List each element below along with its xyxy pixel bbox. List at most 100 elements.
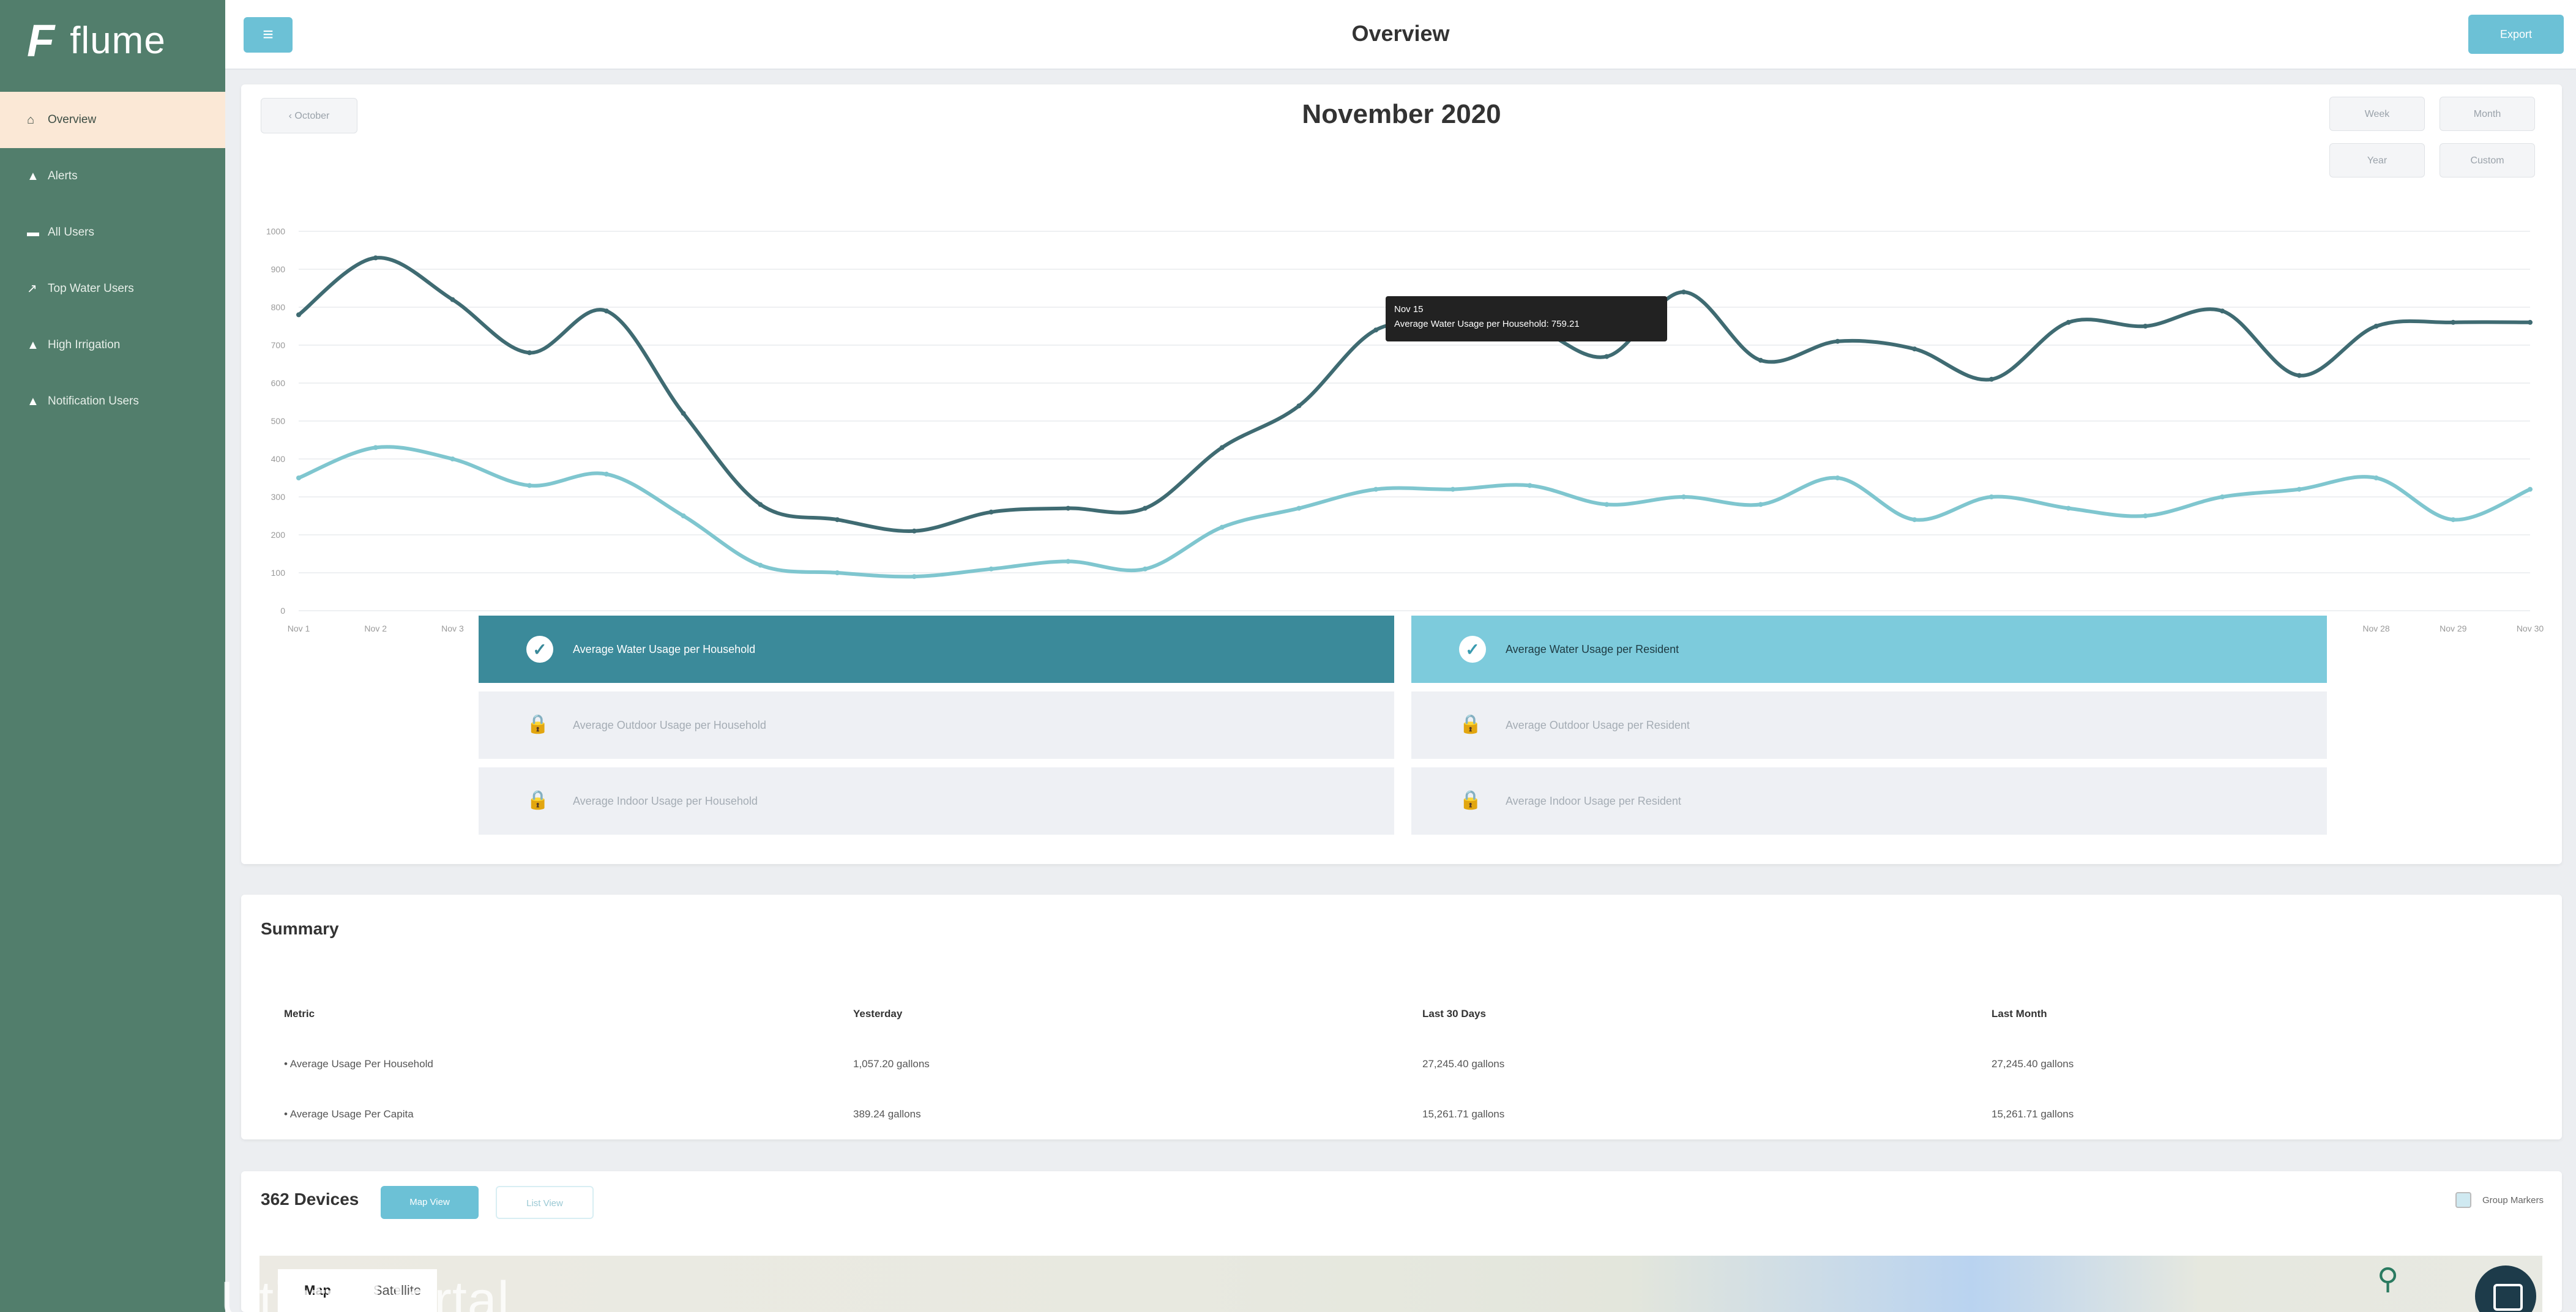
table-cell: • Average Usage Per Capita bbox=[284, 1108, 414, 1120]
y-tick-label: 1000 bbox=[266, 226, 285, 236]
table-cell: • Average Usage Per Household bbox=[284, 1058, 433, 1070]
sidebar-nav: ⌂ Overview ▲ Alerts ▬ All Users ↗ Top Wa… bbox=[0, 92, 225, 430]
household-point bbox=[1681, 289, 1687, 295]
sidebar-item-label: Alerts bbox=[48, 170, 78, 182]
y-tick-label: 200 bbox=[271, 530, 286, 540]
resident-point bbox=[2528, 486, 2533, 492]
resident-point bbox=[527, 483, 532, 488]
check-icon: ✓ bbox=[526, 636, 553, 663]
sprinkler-icon: ▲ bbox=[27, 338, 39, 352]
table-row: • Average Usage Per Capita 389.24 gallon… bbox=[284, 1089, 2548, 1139]
map-view-tab[interactable]: Map View bbox=[381, 1186, 479, 1219]
usage-line-chart[interactable]: 0 100 200 300 400 500 600 700 800 900 1000 Nov 1 Nov… bbox=[241, 207, 2562, 684]
group-markers-label: Group Markers bbox=[2482, 1195, 2544, 1206]
sidebar-item-top-water-users[interactable]: ↗ Top Water Users bbox=[0, 261, 225, 317]
resident-point bbox=[1912, 517, 1917, 523]
resident-series-line bbox=[297, 445, 2531, 579]
resident-point bbox=[1835, 475, 1840, 480]
lock-icon: 🔒 bbox=[526, 790, 550, 810]
export-button[interactable]: Export bbox=[2468, 15, 2564, 54]
household-point bbox=[1296, 403, 1302, 409]
resident-point bbox=[2066, 505, 2071, 511]
tooltip-date: Nov 15 bbox=[1394, 304, 1424, 315]
range-custom-button[interactable]: Custom bbox=[2440, 143, 2535, 177]
month-title: November 2020 bbox=[1302, 99, 1501, 129]
table-cell: 389.24 gallons bbox=[853, 1108, 921, 1120]
flume-logo[interactable]: F flume bbox=[27, 15, 166, 66]
header-cell: Last Month bbox=[1992, 1008, 2047, 1019]
household-point bbox=[2066, 319, 2071, 325]
household-point bbox=[2373, 324, 2379, 329]
y-tick-label: 400 bbox=[271, 454, 286, 464]
y-tick-label: 100 bbox=[271, 568, 286, 578]
chat-button[interactable] bbox=[2475, 1265, 2536, 1312]
checkbox-icon bbox=[2455, 1192, 2471, 1208]
users-icon: ▬ bbox=[27, 226, 39, 239]
resident-point bbox=[681, 513, 686, 518]
sidebar-item-alerts[interactable]: ▲ Alerts bbox=[0, 148, 225, 204]
range-year-button[interactable]: Year bbox=[2329, 143, 2425, 177]
household-point bbox=[681, 411, 686, 416]
household-point bbox=[527, 350, 532, 356]
metric-resident-outdoor[interactable]: 🔒 Average Outdoor Usage per Resident bbox=[1411, 691, 2327, 759]
group-markers-toggle[interactable]: Group Markers bbox=[2455, 1192, 2544, 1208]
bell-icon: ▲ bbox=[27, 395, 39, 408]
sidebar-item-all-users[interactable]: ▬ All Users bbox=[0, 204, 225, 261]
household-point bbox=[1835, 338, 1840, 344]
table-cell: 15,261.71 gallons bbox=[1992, 1108, 2074, 1120]
resident-point bbox=[911, 574, 917, 580]
resident-point bbox=[1527, 483, 1533, 488]
devices-map[interactable]: Map Satellite ⚲ bbox=[259, 1256, 2542, 1312]
resident-point bbox=[1373, 486, 1379, 492]
resident-point bbox=[1219, 524, 1225, 530]
devices-card: 362 Devices Map View List View Group Mar… bbox=[241, 1171, 2562, 1312]
household-point bbox=[835, 517, 840, 523]
resident-point bbox=[1142, 566, 1148, 572]
household-point bbox=[758, 502, 763, 507]
x-tick-label: Nov 1 bbox=[288, 624, 310, 633]
household-point bbox=[988, 509, 994, 515]
resident-point bbox=[2451, 517, 2456, 523]
household-point bbox=[373, 255, 378, 261]
household-point bbox=[1219, 445, 1225, 450]
y-tick-label: 700 bbox=[271, 340, 286, 350]
chart-icon: ↗ bbox=[27, 282, 37, 296]
resident-point bbox=[1988, 494, 1994, 499]
sidebar-item-notification-users[interactable]: ▲ Notification Users bbox=[0, 373, 225, 430]
metric-label: Average Outdoor Usage per Household bbox=[573, 718, 766, 731]
sidebar-item-overview[interactable]: ⌂ Overview bbox=[0, 92, 225, 148]
x-tick-label: Nov 28 bbox=[2362, 624, 2390, 633]
household-point bbox=[911, 528, 917, 534]
tooltip-value: Average Water Usage per Household: 759.2… bbox=[1394, 319, 1580, 329]
x-tick-label: Nov 30 bbox=[2517, 624, 2544, 633]
household-point bbox=[2296, 373, 2302, 378]
flume-logo-text: flume bbox=[70, 19, 166, 62]
header-cell: Yesterday bbox=[853, 1008, 903, 1019]
home-icon: ⌂ bbox=[27, 113, 35, 127]
metric-resident-indoor[interactable]: 🔒 Average Indoor Usage per Resident bbox=[1411, 767, 2327, 835]
summary-header-row: Metric Yesterday Last 30 Days Last Month bbox=[284, 989, 2548, 1039]
metric-household-indoor[interactable]: 🔒 Average Indoor Usage per Household bbox=[479, 767, 1394, 835]
check-icon: ✓ bbox=[1459, 636, 1486, 663]
summary-title: Summary bbox=[261, 919, 339, 938]
summary-table: Metric Yesterday Last 30 Days Last Month… bbox=[284, 989, 2548, 1139]
metric-household-outdoor[interactable]: 🔒 Average Outdoor Usage per Household bbox=[479, 691, 1394, 759]
table-cell: 15,261.71 gallons bbox=[1422, 1108, 1505, 1120]
resident-point bbox=[758, 562, 763, 568]
range-week-button[interactable]: Week bbox=[2329, 97, 2425, 131]
metric-resident-usage[interactable]: ✓ Average Water Usage per Resident bbox=[1411, 616, 2327, 683]
x-tick-label: Nov 29 bbox=[2440, 624, 2467, 633]
metric-household-usage[interactable]: ✓ Average Water Usage per Household bbox=[479, 616, 1394, 683]
map-pin-icon[interactable]: ⚲ bbox=[2377, 1262, 2402, 1296]
sidebar-item-label: Notification Users bbox=[48, 395, 139, 408]
household-point bbox=[2451, 319, 2456, 325]
resident-point bbox=[2296, 486, 2302, 492]
sidebar-item-high-irrigation[interactable]: ▲ High Irrigation bbox=[0, 317, 225, 373]
household-point bbox=[1758, 357, 1763, 363]
list-view-tab[interactable]: List View bbox=[496, 1186, 594, 1219]
range-month-button[interactable]: Month bbox=[2440, 97, 2535, 131]
topbar: ≡ Overview Export bbox=[225, 0, 2576, 70]
household-point bbox=[2528, 319, 2533, 325]
table-cell: 27,245.40 gallons bbox=[1992, 1058, 2074, 1070]
y-tick-label: 0 bbox=[280, 606, 285, 616]
